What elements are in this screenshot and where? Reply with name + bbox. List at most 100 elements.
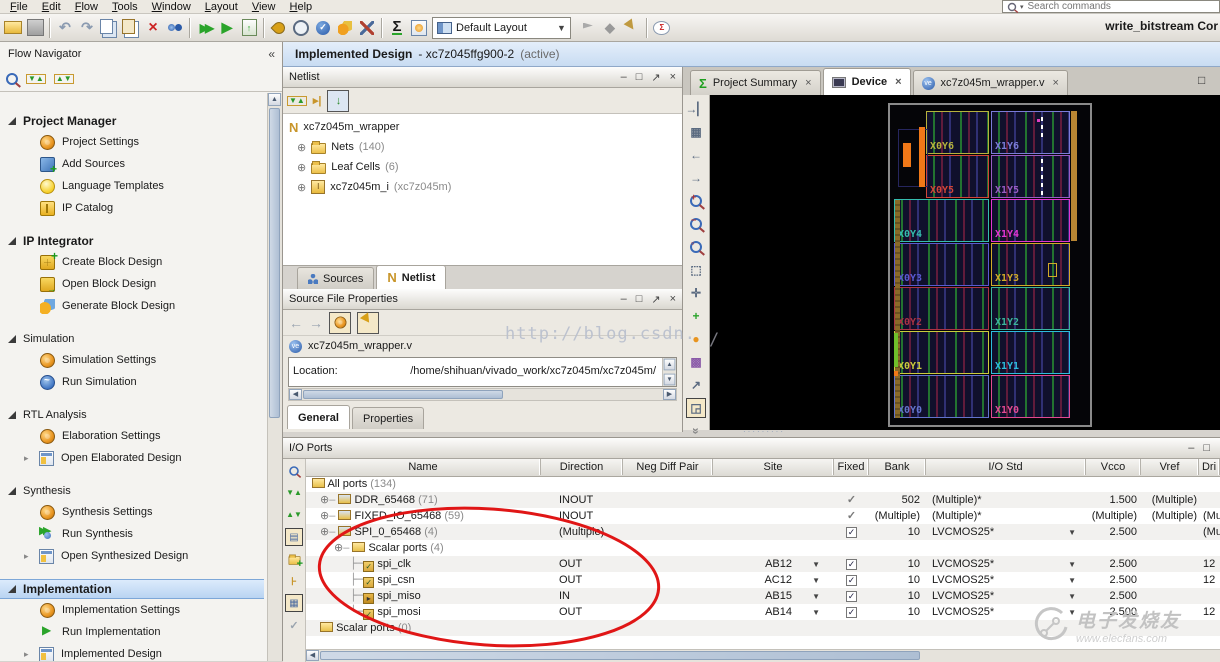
flow-item-open-elaborated-design[interactable]: ▸Open Elaborated Design bbox=[0, 447, 266, 469]
tools-icon[interactable] bbox=[356, 17, 378, 39]
io-table-hscrollbar[interactable]: ◀ bbox=[306, 649, 1220, 662]
chevron-down-icon[interactable]: ▼ bbox=[1068, 589, 1076, 605]
collapse-all-icon[interactable]: ▼▲ bbox=[26, 74, 46, 84]
maximize-icon[interactable]: □ bbox=[1198, 73, 1205, 87]
clock-region-X0Y1[interactable]: X0Y1 bbox=[894, 331, 989, 374]
io-row-ddr_65468[interactable]: ⊕– DDR_65468 (71)INOUT✓502(Multiple)*1.5… bbox=[306, 492, 1220, 508]
chevron-down-icon[interactable]: ▼ bbox=[812, 605, 820, 621]
fixed-cell[interactable]: ✓ bbox=[834, 524, 869, 540]
flow-item-implemented-design[interactable]: ▸Implemented Design bbox=[0, 643, 266, 661]
menu-help[interactable]: Help bbox=[284, 1, 319, 13]
table-view-icon[interactable]: ▦ bbox=[285, 594, 303, 612]
site-cell[interactable]: AB14▼ bbox=[713, 604, 834, 620]
clock-region-X1Y0[interactable]: X1Y0 bbox=[991, 375, 1070, 418]
flow-item-generate-block-design[interactable]: Generate Block Design bbox=[0, 295, 266, 317]
io-row-spi_0_65468[interactable]: ⊕– SPI_0_65468 (4)(Multiple)✓10LVCMOS25*… bbox=[306, 524, 1220, 540]
clock-region-X1Y5[interactable]: X1Y5 bbox=[991, 155, 1070, 198]
run-icon[interactable]: ▶ bbox=[216, 17, 238, 39]
zoom-in-icon[interactable]: + bbox=[686, 191, 706, 211]
close-icon[interactable]: × bbox=[1052, 77, 1058, 89]
flow-item-run-synthesis[interactable]: Run Synthesis bbox=[0, 523, 266, 545]
clock-region-X0Y2[interactable]: X0Y2 bbox=[894, 287, 989, 330]
pin-icon[interactable]: ▸| bbox=[313, 94, 322, 107]
tree-expander-icon[interactable]: ⊕ bbox=[334, 541, 343, 554]
site-cell[interactable]: AC12▼ bbox=[713, 572, 834, 588]
tree-expander-icon[interactable]: ⊕ bbox=[320, 525, 329, 538]
column-header-i-o-std[interactable]: I/O Std bbox=[926, 459, 1086, 475]
search-icon[interactable] bbox=[6, 73, 18, 85]
scrollbar-thumb[interactable] bbox=[269, 108, 280, 418]
fixed-cell[interactable]: ✓ bbox=[834, 588, 869, 604]
open-project-icon[interactable] bbox=[2, 17, 24, 39]
section-expander-icon[interactable] bbox=[8, 237, 16, 245]
chevron-down-icon[interactable]: ▼ bbox=[1068, 573, 1076, 589]
netlist-node-xc7z045m_wrapper[interactable]: Nxc7z045m_wrapper bbox=[287, 117, 682, 137]
feedback-icon[interactable]: Σ bbox=[651, 17, 673, 39]
fixed-checkbox[interactable]: ✓ bbox=[846, 559, 857, 570]
section-expander-icon[interactable] bbox=[8, 487, 16, 495]
save-icon[interactable] bbox=[24, 17, 46, 39]
iostd-cell[interactable]: (Multiple)* bbox=[926, 508, 1086, 524]
maximize-icon[interactable]: □ bbox=[1203, 442, 1210, 454]
properties-scrollbar[interactable]: ▲ ▼ bbox=[662, 358, 676, 386]
write-bitstream-icon[interactable]: ↑ bbox=[238, 17, 260, 39]
clock-region-X1Y3[interactable]: X1Y3 bbox=[991, 243, 1070, 286]
tab-general[interactable]: General bbox=[287, 405, 350, 429]
constraints-icon[interactable] bbox=[268, 17, 290, 39]
flow-section-synthesis[interactable]: Synthesis bbox=[0, 481, 266, 501]
menu-tools[interactable]: Tools bbox=[106, 1, 144, 13]
clock-region-X1Y2[interactable]: X1Y2 bbox=[991, 287, 1070, 330]
menu-window[interactable]: Window bbox=[146, 1, 197, 13]
clock-region-X1Y1[interactable]: X1Y1 bbox=[991, 331, 1070, 374]
io-row-spi_miso[interactable]: ├─▸ spi_misoINAB15▼✓10LVCMOS25*▼2.500 bbox=[306, 588, 1220, 604]
doc-tab-xc7z045m_wrapper-v[interactable]: vexc7z045m_wrapper.v× bbox=[913, 70, 1068, 95]
zoom-out-icon[interactable]: − bbox=[686, 214, 706, 234]
flow-item-run-implementation[interactable]: Run Implementation bbox=[0, 621, 266, 643]
maximize-icon[interactable]: □ bbox=[636, 71, 643, 83]
tab-properties[interactable]: Properties bbox=[352, 407, 424, 429]
chevron-down-icon[interactable]: ▼ bbox=[812, 557, 820, 573]
scroll-left-button[interactable]: ◀ bbox=[289, 389, 302, 400]
clock-region-X1Y4[interactable]: X1Y4 bbox=[991, 199, 1070, 242]
iostd-cell[interactable]: LVCMOS25*▼ bbox=[926, 524, 1086, 540]
float-icon[interactable]: ↗ bbox=[651, 71, 660, 84]
zoom-fit-icon[interactable]: ▫ bbox=[686, 237, 706, 257]
section-expander-icon[interactable] bbox=[8, 335, 16, 343]
gear-icon[interactable] bbox=[329, 312, 351, 334]
fixed-cell[interactable]: ✓ bbox=[834, 556, 869, 572]
flow-item-synthesis-settings[interactable]: Synthesis Settings bbox=[0, 501, 266, 523]
run-all-icon[interactable]: ▶▶ bbox=[194, 17, 216, 39]
flow-item-simulation-settings[interactable]: Simulation Settings bbox=[0, 349, 266, 371]
scroll-up-button[interactable]: ▲ bbox=[268, 93, 281, 106]
fit-selection-icon[interactable]: ✛ bbox=[686, 283, 706, 303]
fixed-cell[interactable]: ✓ bbox=[834, 604, 869, 620]
menu-flow[interactable]: Flow bbox=[69, 1, 104, 13]
flow-item-ip-catalog[interactable]: IP Catalog bbox=[0, 197, 266, 219]
io-row-fixed_io_65468[interactable]: ⊕– FIXED_IO_65468 (59)INOUT✓(Multiple)(M… bbox=[306, 508, 1220, 524]
splitter-handle[interactable]: ········· bbox=[743, 427, 785, 436]
paste-icon[interactable] bbox=[120, 17, 142, 39]
clock-region-X1Y6[interactable]: X1Y6 bbox=[991, 111, 1070, 154]
menu-layout[interactable]: Layout bbox=[199, 1, 244, 13]
device-view[interactable]: →▏▦←→+−▫⬚✛+●▩↗◲» X0Y6X1Y6X0Y5X1Y5X0Y4X1Y… bbox=[683, 95, 1220, 430]
io-row-spi_csn[interactable]: ├─✓ spi_csnOUTAC12▼✓10LVCMOS25*▼2.50012 bbox=[306, 572, 1220, 588]
column-header-fixed[interactable]: Fixed bbox=[834, 459, 869, 475]
fixed-checkbox[interactable]: ✓ bbox=[846, 527, 857, 538]
flow-navigator-scrollbar[interactable]: ▲ bbox=[267, 93, 282, 661]
tree-expander-icon[interactable]: ⊕ bbox=[320, 493, 329, 506]
flow-item-language-templates[interactable]: Language Templates bbox=[0, 175, 266, 197]
delete-icon[interactable]: × bbox=[142, 17, 164, 39]
expand-all-icon[interactable]: ▲▼ bbox=[285, 506, 303, 524]
flow-section-project-manager[interactable]: Project Manager bbox=[0, 111, 266, 131]
expand-all-icon[interactable]: ▲▼ bbox=[54, 74, 74, 84]
select-area-icon[interactable]: ⬚ bbox=[686, 260, 706, 280]
doc-tab-device[interactable]: Device× bbox=[823, 68, 911, 95]
section-expander-icon[interactable] bbox=[8, 117, 16, 125]
fixed-checkbox[interactable]: ✓ bbox=[846, 575, 857, 586]
fixed-cell[interactable]: ✓ bbox=[834, 572, 869, 588]
section-expander-icon[interactable] bbox=[8, 585, 16, 593]
menu-edit[interactable]: Edit bbox=[36, 1, 67, 13]
flow-item-elaboration-settings[interactable]: Elaboration Settings bbox=[0, 425, 266, 447]
clock-region-X0Y6[interactable]: X0Y6 bbox=[926, 111, 989, 154]
iostd-cell[interactable]: LVCMOS25*▼ bbox=[926, 588, 1086, 604]
